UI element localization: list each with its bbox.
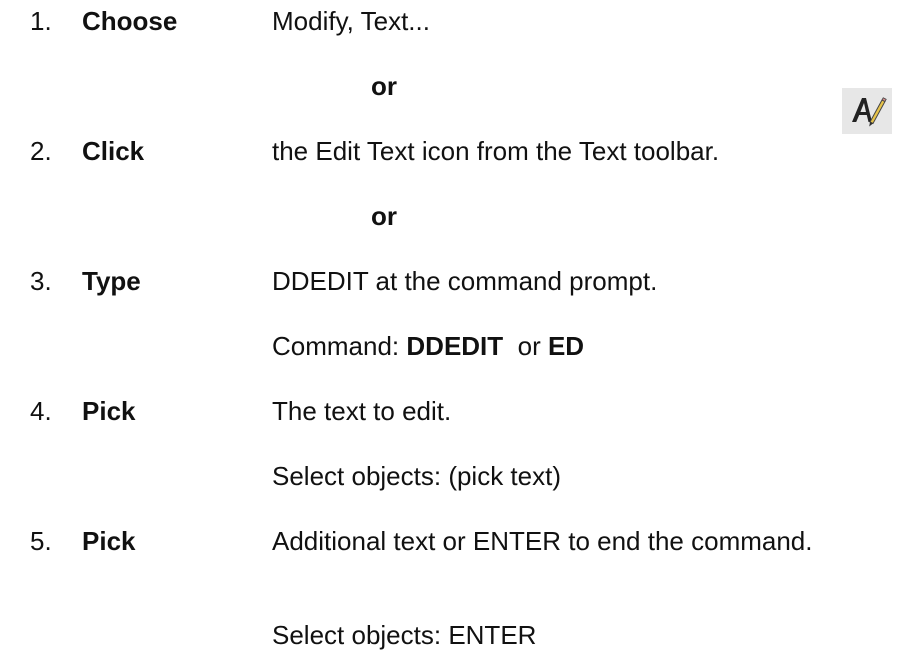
step-4-description: The text to edit. xyxy=(272,396,452,426)
step-5-description: Additional text or ENTER to end the comm… xyxy=(272,526,813,556)
step-4-verb: Pick xyxy=(82,396,136,426)
command-ed: ED xyxy=(547,331,585,361)
or-separator-2: or xyxy=(371,201,397,231)
step-1-verb: Choose xyxy=(82,6,178,36)
step-5-number: 5. xyxy=(30,526,52,556)
command-or: or xyxy=(503,331,548,361)
or-separator-1: or xyxy=(371,71,397,101)
step-2-description: the Edit Text icon from the Text toolbar… xyxy=(272,136,720,166)
select-objects-prompt-2: Select objects: ENTER xyxy=(272,620,537,650)
step-4-number: 4. xyxy=(30,396,52,426)
command-prefix: Command: xyxy=(272,331,407,361)
step-3-verb: Type xyxy=(82,266,141,296)
step-1-number: 1. xyxy=(30,6,52,36)
step-2-verb: Click xyxy=(82,136,145,166)
edit-text-icon xyxy=(842,88,892,134)
step-3-number: 3. xyxy=(30,266,52,296)
step-2-number: 2. xyxy=(30,136,52,166)
step-3-description: DDEDIT at the command prompt. xyxy=(272,266,658,296)
step-1-description: Modify, Text... xyxy=(272,6,430,36)
command-line: Command: DDEDIT or ED xyxy=(272,331,584,361)
command-ddedit: DDEDIT xyxy=(406,331,504,361)
step-5-verb: Pick xyxy=(82,526,136,556)
select-objects-prompt-1: Select objects: (pick text) xyxy=(272,461,561,491)
